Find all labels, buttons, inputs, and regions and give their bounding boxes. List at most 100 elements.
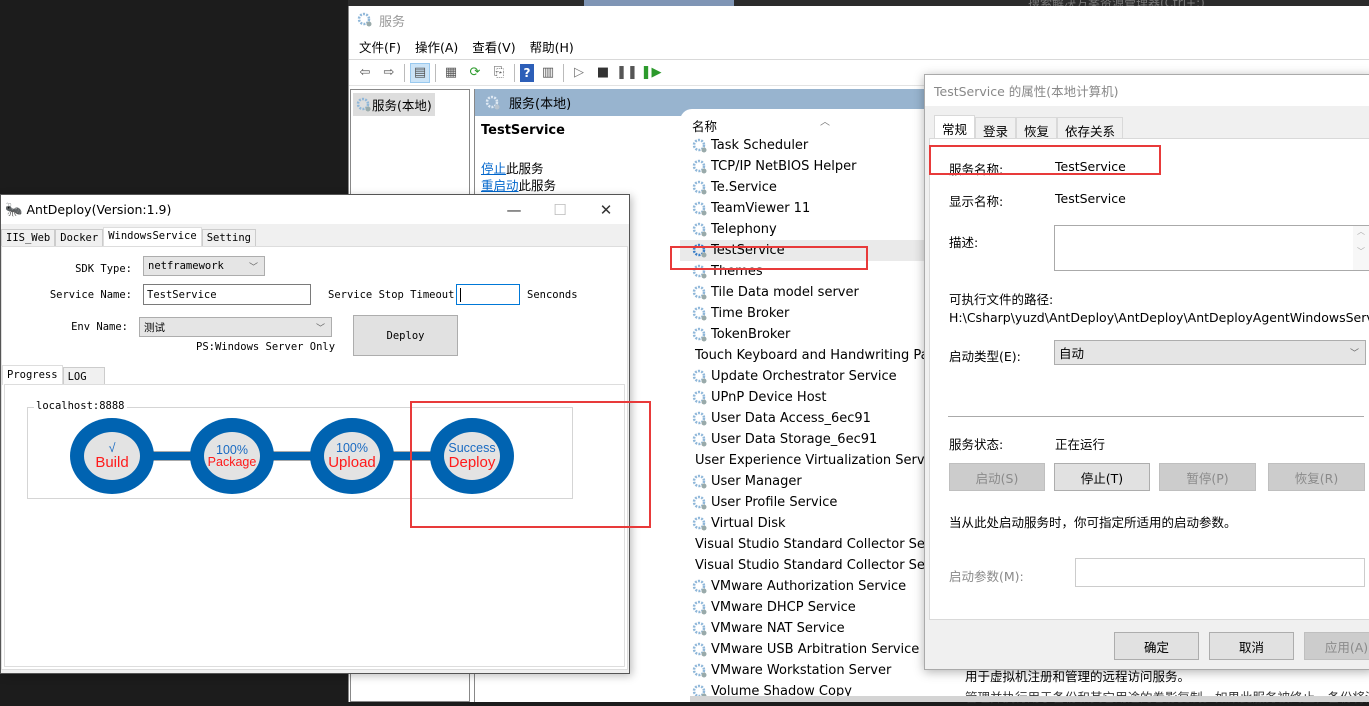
horizontal-scrollbar[interactable] xyxy=(690,696,1369,702)
back-icon[interactable]: ⇦ xyxy=(355,63,375,83)
service-status-value: 正在运行 xyxy=(1055,437,1106,452)
step-status: √ xyxy=(108,441,116,456)
service-row[interactable]: Visual Studio Standard Collector Service xyxy=(680,555,940,576)
service-gear-icon xyxy=(692,327,707,341)
progress-page: localhost:8888 √ Build 100% Package 100% Uplo… xyxy=(4,384,625,667)
service-row[interactable]: VMware NAT Service xyxy=(680,618,940,639)
show-hide-tree-icon[interactable]: ▤ xyxy=(410,62,430,83)
pause-service-icon[interactable]: ❚❚ xyxy=(616,63,638,83)
properties-icon[interactable]: ▦ xyxy=(441,63,461,83)
service-row[interactable]: Themes xyxy=(680,261,940,282)
apply-button[interactable]: 应用(A) xyxy=(1304,632,1369,660)
service-row[interactable]: Touch Keyboard and Handwriting Panel Ser… xyxy=(680,345,940,366)
service-row[interactable]: VMware USB Arbitration Service xyxy=(680,639,940,660)
export-list-icon[interactable]: ⎘ xyxy=(489,63,509,83)
sdk-type-label: SDK Type: xyxy=(75,263,132,275)
service-row[interactable]: UPnP Device Host xyxy=(680,387,940,408)
stop-timeout-input[interactable] xyxy=(456,284,520,305)
service-row[interactable]: Time Broker xyxy=(680,303,940,324)
service-gear-icon xyxy=(692,285,707,299)
tab-docker[interactable]: Docker xyxy=(55,229,104,247)
restart-service-link[interactable]: 重启动 xyxy=(481,178,519,193)
service-gear-icon xyxy=(692,495,707,509)
service-row[interactable]: Tile Data model server xyxy=(680,282,940,303)
tab-logon[interactable]: 登录 xyxy=(975,117,1017,139)
help-icon[interactable]: ? xyxy=(520,63,534,82)
deploy-button[interactable]: Deploy xyxy=(353,315,458,356)
stop-service-link[interactable]: 停止 xyxy=(481,161,506,176)
service-row[interactable]: User Manager xyxy=(680,471,940,492)
tab-general[interactable]: 常规 xyxy=(934,115,976,139)
cancel-button[interactable]: 取消 xyxy=(1209,632,1294,660)
service-properties-dialog: TestService 的属性(本地计算机) 常规 登录 恢复 依存关系 服务名… xyxy=(924,74,1369,670)
step-status: Success xyxy=(448,441,496,456)
service-row[interactable]: User Data Storage_6ec91 xyxy=(680,429,940,450)
description-scrollbar[interactable]: ︿ ﹀ xyxy=(1353,226,1369,270)
service-row[interactable]: User Data Access_6ec91 xyxy=(680,408,940,429)
tab-windows-service[interactable]: WindowsService xyxy=(103,227,202,247)
service-row[interactable]: Virtual Disk xyxy=(680,513,940,534)
service-row[interactable]: User Profile Service xyxy=(680,492,940,513)
service-row[interactable]: VMware DHCP Service xyxy=(680,597,940,618)
service-row-name: UPnP Device Host xyxy=(711,390,827,405)
tab-iis-web[interactable]: IIS_Web xyxy=(1,229,56,247)
service-row[interactable]: TCP/IP NetBIOS Helper xyxy=(680,156,940,177)
sdk-type-select[interactable]: netframework ﹀ xyxy=(143,256,265,276)
column-header-name[interactable]: ︿ 名称 xyxy=(680,109,940,135)
menu-view[interactable]: 查看(V) xyxy=(472,37,515,56)
gear-icon xyxy=(356,97,371,111)
service-gear-icon xyxy=(692,306,707,320)
service-row[interactable]: Te.Service xyxy=(680,177,940,198)
service-row[interactable]: Update Orchestrator Service xyxy=(680,366,940,387)
resume-button[interactable]: 恢复(R) xyxy=(1268,463,1365,491)
column-name-label: 名称 xyxy=(692,119,718,134)
service-row[interactable]: TokenBroker xyxy=(680,324,940,345)
startup-type-select[interactable]: 自动 ﹀ xyxy=(1054,340,1366,365)
env-name-select[interactable]: 测试 ﹀ xyxy=(139,317,332,337)
service-row[interactable]: TestService xyxy=(680,240,940,261)
toolbar-separator xyxy=(435,63,436,82)
tab-setting[interactable]: Setting xyxy=(201,229,256,247)
menu-action[interactable]: 操作(A) xyxy=(415,37,458,56)
tab-dependencies[interactable]: 依存关系 xyxy=(1057,117,1124,139)
tab-log[interactable]: LOG xyxy=(62,367,105,385)
env-name-value: 测试 xyxy=(144,321,165,334)
service-row[interactable]: Visual Studio Standard Collector Service xyxy=(680,534,940,555)
stop-service-icon[interactable]: ■ xyxy=(593,63,613,83)
ok-button[interactable]: 确定 xyxy=(1114,632,1199,660)
maximize-button[interactable]: ☐ xyxy=(537,195,583,224)
show-action-pane-icon[interactable]: ▥ xyxy=(538,63,558,83)
service-row[interactable]: TeamViewer 11 xyxy=(680,198,940,219)
description-textarea[interactable]: ︿ ﹀ xyxy=(1054,225,1369,271)
service-row[interactable]: VMware Workstation Server xyxy=(680,660,940,681)
service-row[interactable]: Task Scheduler xyxy=(680,135,940,156)
refresh-icon[interactable]: ⟳ xyxy=(465,63,485,83)
forward-icon[interactable]: ⇨ xyxy=(379,63,399,83)
services-list: ︿ 名称 Task Scheduler TCP/IP NetBIOS Helper… xyxy=(680,109,940,702)
description-label: 描述: xyxy=(949,235,979,250)
pause-button[interactable]: 暂停(P) xyxy=(1159,463,1256,491)
menu-file[interactable]: 文件(F) xyxy=(359,37,401,56)
tree-item-services-local[interactable]: 服务(本地) xyxy=(353,93,435,116)
start-params-input[interactable] xyxy=(1075,558,1365,587)
start-button[interactable]: 启动(S) xyxy=(949,463,1045,491)
service-row[interactable]: User Experience Virtualization Service xyxy=(680,450,940,471)
minimize-button[interactable]: — xyxy=(491,195,537,224)
restart-service-icon[interactable]: ❚▶ xyxy=(641,63,662,83)
startup-type-value: 自动 xyxy=(1059,346,1085,361)
service-gear-icon xyxy=(692,369,707,383)
start-service-icon[interactable]: ▷ xyxy=(569,63,589,83)
service-row-name: User Data Access_6ec91 xyxy=(711,411,871,426)
menu-help[interactable]: 帮助(H) xyxy=(530,37,574,56)
stop-button[interactable]: 停止(T) xyxy=(1054,463,1150,491)
service-row[interactable]: Telephony xyxy=(680,219,940,240)
close-button[interactable]: ✕ xyxy=(583,195,629,224)
tab-progress[interactable]: Progress xyxy=(2,365,63,385)
tab-recovery[interactable]: 恢复 xyxy=(1016,117,1058,139)
service-row-name: VMware USB Arbitration Service xyxy=(711,642,920,657)
display-name-label: 显示名称: xyxy=(949,194,1004,209)
service-name-input[interactable]: TestService xyxy=(143,284,311,305)
chevron-down-icon: ﹀ xyxy=(315,323,325,334)
antdeploy-tabs: IIS_Web Docker WindowsService Setting xyxy=(1,227,256,247)
service-row[interactable]: VMware Authorization Service xyxy=(680,576,940,597)
